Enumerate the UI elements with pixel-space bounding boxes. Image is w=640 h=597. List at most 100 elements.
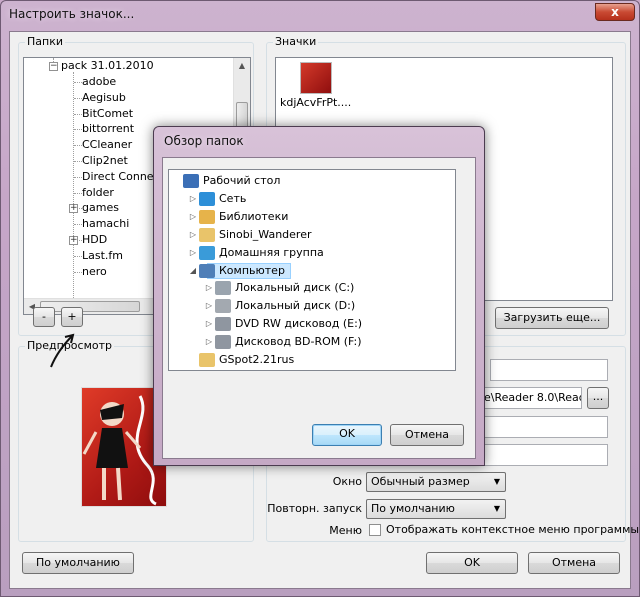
expand-arrow-icon[interactable]: ▷ <box>205 297 213 315</box>
expand-arrow-icon[interactable]: ▷ <box>189 208 197 226</box>
tree-item[interactable]: HDD <box>82 232 107 248</box>
expand-arrow-icon[interactable]: ▷ <box>205 279 213 297</box>
window-select-value: Обычный размер <box>371 475 470 488</box>
default-button[interactable]: По умолчанию <box>22 552 134 574</box>
close-button[interactable]: x <box>595 3 635 21</box>
tree-item[interactable]: adobe <box>82 74 116 90</box>
add-folder-button[interactable]: + <box>61 307 83 327</box>
expand-arrow-icon[interactable]: ▷ <box>189 244 197 262</box>
expand-arrow-icon[interactable]: ▷ <box>189 190 197 208</box>
tree-item-root[interactable]: pack 31.01.2010 <box>61 58 154 74</box>
user-folder-icon <box>199 227 215 242</box>
folder-browser-item-label: DVD RW дисковод (E:) <box>235 317 363 331</box>
folder-browser-item[interactable]: ▷ Дисковод BD-ROM (F:) <box>169 333 455 351</box>
tree-line <box>74 97 82 99</box>
dvd-drive-icon <box>215 317 231 332</box>
window-select[interactable]: Обычный размер ▼ <box>366 472 506 492</box>
scroll-up-icon[interactable]: ▲ <box>234 58 250 74</box>
folder-browser-item[interactable]: ▷ Локальный диск (D:) <box>169 297 455 315</box>
tree-item[interactable]: Direct Connect <box>82 169 164 185</box>
homegroup-icon <box>199 245 215 260</box>
window-title: Настроить значок... <box>9 7 135 21</box>
drive-icon <box>215 299 231 314</box>
tree-item[interactable]: nero <box>82 264 107 280</box>
restart-select[interactable]: По умолчанию ▼ <box>366 499 506 519</box>
tree-line <box>74 82 82 83</box>
tree-line <box>74 255 82 257</box>
folder-browser-item[interactable]: ▷ Локальный диск (C:) <box>169 279 455 297</box>
restart-select-value: По умолчанию <box>371 502 455 515</box>
folders-group-title: Папки <box>25 35 65 48</box>
context-menu-checkbox-label: Отображать контекстное меню программы <box>386 523 640 536</box>
app-icon-thumbnail[interactable] <box>300 62 332 94</box>
tree-item[interactable]: CCleaner <box>82 137 132 153</box>
arrow-annotation-icon <box>50 333 75 368</box>
folder-browser-item-label: Рабочий стол <box>203 174 281 187</box>
name-input[interactable] <box>490 359 608 381</box>
network-icon <box>199 191 215 206</box>
folder-browser-item[interactable]: ▷ Домашняя группа <box>169 244 455 262</box>
folder-browser-item-label: Сеть <box>219 191 247 205</box>
tree-line <box>74 145 82 147</box>
title-bar[interactable]: Настроить значок... x <box>1 1 639 29</box>
ok-button[interactable]: OK <box>426 552 518 574</box>
dialog-title: Обзор папок <box>164 134 244 148</box>
load-more-button[interactable]: Загрузить еще... <box>495 307 609 329</box>
folder-browser-tree[interactable]: Рабочий стол ▷ Сеть ▷ Библиотеки ▷ Sinobi_Wand… <box>168 169 456 371</box>
workdir-input[interactable] <box>480 444 608 466</box>
params-input[interactable] <box>480 416 608 438</box>
folder-icon <box>199 353 215 367</box>
folder-browser-item[interactable]: ▷ Сеть <box>169 190 455 208</box>
tree-line <box>74 271 82 273</box>
remove-folder-button[interactable]: - <box>33 307 55 327</box>
icon-thumbnail-label: kdjAcvFrPt.... <box>280 96 352 109</box>
expand-arrow-icon[interactable]: ▷ <box>205 333 213 351</box>
folder-browser-item[interactable]: ▷ Библиотеки <box>169 208 455 226</box>
folder-browser-item[interactable]: ▷ DVD RW дисковод (E:) <box>169 315 455 333</box>
tree-line <box>74 113 82 115</box>
tree-item[interactable]: Aegisub <box>82 90 126 106</box>
collapse-arrow-icon[interactable]: ◢ <box>189 262 197 280</box>
folder-browser-item-label: Домашняя группа <box>219 245 324 259</box>
tree-item[interactable]: Clip2net <box>82 153 128 169</box>
tree-item[interactable]: BitComet <box>82 106 133 122</box>
folder-browser-item[interactable]: ◢ Компьютер <box>169 262 455 280</box>
browse-button[interactable]: ... <box>587 387 609 409</box>
tree-item[interactable]: folder <box>82 185 114 201</box>
tree-line <box>74 161 82 162</box>
tree-item[interactable]: games <box>82 200 119 216</box>
computer-icon <box>199 263 215 278</box>
dialog-ok-button[interactable]: OK <box>312 424 382 446</box>
cancel-button[interactable]: Отмена <box>528 552 620 574</box>
chevron-down-icon: ▼ <box>493 477 500 486</box>
folder-browser-item[interactable]: Рабочий стол <box>169 172 455 190</box>
tree-line <box>74 129 82 131</box>
folder-browser-item-label: Локальный диск (C:) <box>235 281 355 295</box>
tree-line <box>74 192 82 194</box>
tree-item[interactable]: Last.fm <box>82 248 123 264</box>
menu-label: Меню <box>329 524 362 537</box>
collapse-icon[interactable]: − <box>49 62 58 71</box>
icons-group-title: Значки <box>273 35 319 48</box>
chevron-down-icon: ▼ <box>493 504 500 513</box>
drive-c-icon <box>215 281 231 296</box>
library-icon <box>199 209 215 224</box>
dialog-title-bar[interactable]: Обзор папок <box>154 127 484 155</box>
folder-browser-item-label: Дисковод BD-ROM (F:) <box>235 335 362 349</box>
tree-item[interactable]: hamachi <box>82 216 129 232</box>
browse-folder-dialog: Обзор папок Рабочий стол ▷ Сеть ▷ Библиотеки… <box>153 126 485 466</box>
context-menu-checkbox[interactable] <box>369 524 381 536</box>
folder-browser-item[interactable]: GSpot2.21rus <box>169 351 455 369</box>
dialog-cancel-button[interactable]: Отмена <box>390 424 464 446</box>
folder-browser-item[interactable]: ▷ Sinobi_Wanderer <box>169 226 455 244</box>
tree-line <box>74 176 82 178</box>
tree-line <box>73 72 74 300</box>
expand-icon[interactable]: + <box>69 204 78 214</box>
expand-arrow-icon[interactable]: ▷ <box>189 226 197 244</box>
tree-item[interactable]: bittorrent <box>82 121 134 137</box>
expand-arrow-icon[interactable]: ▷ <box>205 315 213 333</box>
path-input[interactable]: e\Reader 8.0\Reader <box>480 387 582 409</box>
expand-icon[interactable]: + <box>69 236 78 245</box>
folder-browser-item-label: Локальный диск (D:) <box>235 299 356 313</box>
scroll-thumb-horizontal[interactable] <box>40 301 140 312</box>
